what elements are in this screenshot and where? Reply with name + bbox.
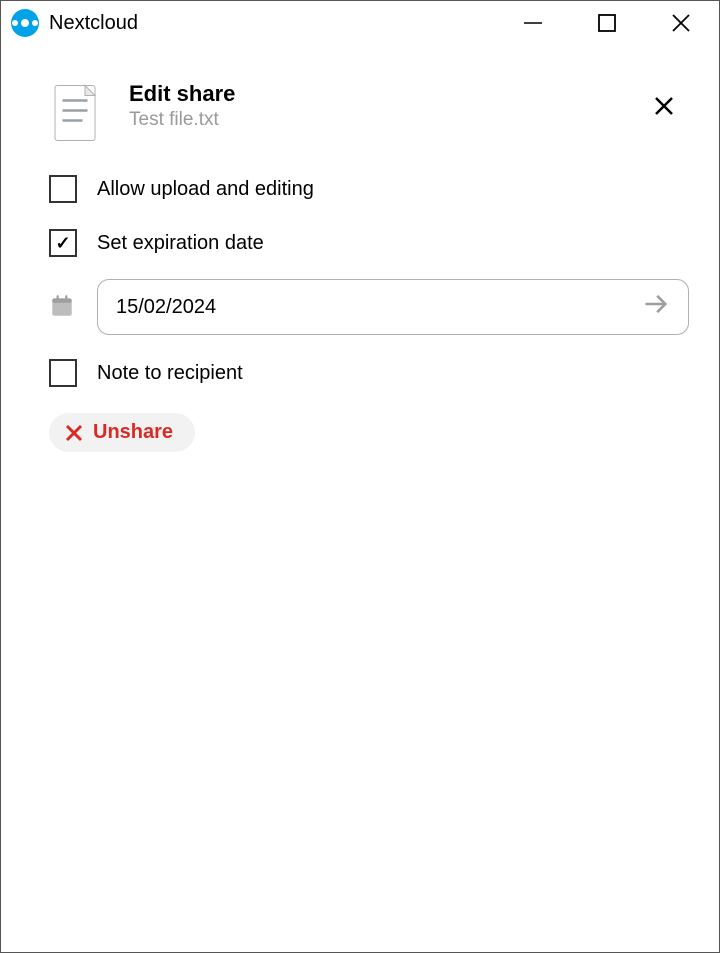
label-note-recipient: Note to recipient [97, 362, 243, 385]
label-set-expiration: Set expiration date [97, 232, 264, 255]
file-icon [49, 83, 101, 143]
arrow-right-icon[interactable] [642, 290, 670, 324]
check-mark-icon: ✓ [55, 233, 70, 254]
unshare-button[interactable]: Unshare [49, 413, 195, 452]
checkbox-note-recipient[interactable] [49, 359, 77, 387]
label-allow-upload: Allow upload and editing [97, 178, 314, 201]
window-title: Nextcloud [49, 12, 138, 35]
calendar-icon [49, 293, 77, 321]
window-controls [519, 9, 695, 37]
unshare-x-icon [65, 424, 83, 442]
expiration-date-row: 15/02/2024 [49, 279, 689, 335]
option-allow-upload[interactable]: Allow upload and editing [49, 169, 689, 209]
content-panel: Edit share Test file.txt Allow upload an… [1, 45, 719, 952]
close-icon [653, 95, 675, 117]
titlebar: Nextcloud [1, 1, 719, 45]
expiration-date-input[interactable]: 15/02/2024 [97, 279, 689, 335]
maximize-button[interactable] [593, 9, 621, 37]
panel-title: Edit share [129, 81, 653, 107]
close-window-button[interactable] [667, 9, 695, 37]
option-note-recipient[interactable]: Note to recipient [49, 353, 689, 393]
app-window: Nextcloud [0, 0, 720, 953]
close-panel-button[interactable] [653, 95, 675, 122]
share-header: Edit share Test file.txt [49, 81, 689, 143]
option-set-expiration[interactable]: ✓ Set expiration date [49, 223, 689, 263]
expiration-date-value: 15/02/2024 [116, 296, 642, 319]
checkbox-allow-upload[interactable] [49, 175, 77, 203]
minimize-button[interactable] [519, 9, 547, 37]
file-name: Test file.txt [129, 109, 653, 131]
unshare-row: Unshare [49, 413, 689, 452]
nextcloud-icon [11, 9, 39, 37]
unshare-label: Unshare [93, 421, 173, 444]
checkbox-set-expiration[interactable]: ✓ [49, 229, 77, 257]
